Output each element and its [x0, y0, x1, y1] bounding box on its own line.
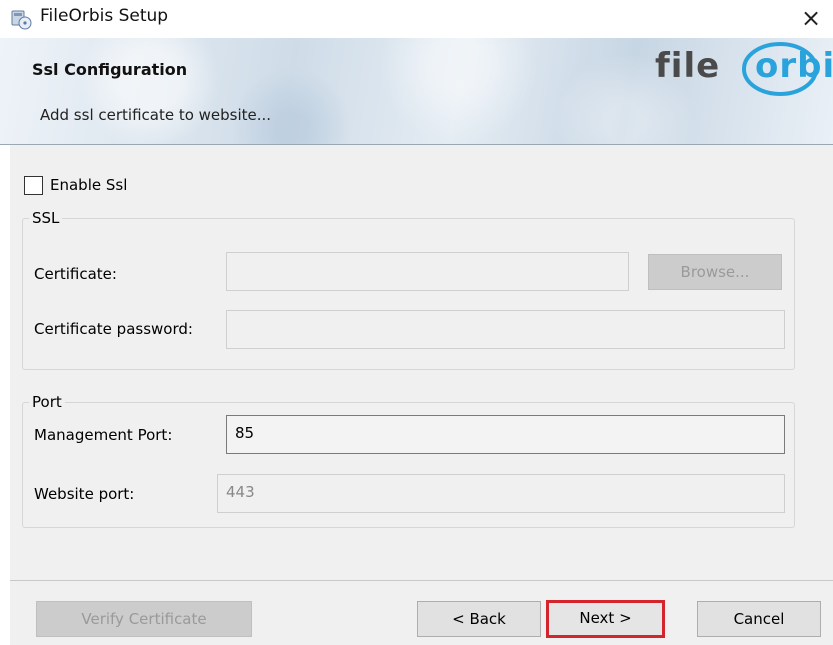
cancel-button[interactable]: Cancel [697, 601, 821, 637]
verify-certificate-button[interactable]: Verify Certificate [36, 601, 252, 637]
enable-ssl-label[interactable]: Enable Ssl [50, 176, 127, 194]
browse-button[interactable]: Browse... [648, 254, 782, 290]
title-bar: FileOrbis Setup × [0, 0, 833, 38]
logo-text-orbis: orbis [755, 46, 833, 86]
ssl-group-label: SSL [29, 209, 63, 227]
page-title: Ssl Configuration [32, 60, 188, 79]
certificate-field[interactable] [226, 252, 629, 291]
website-port-label: Website port: [34, 485, 135, 503]
port-group-label: Port [29, 393, 65, 411]
certificate-password-label: Certificate password: [34, 320, 193, 338]
management-port-input[interactable]: 85 [226, 415, 785, 454]
next-button[interactable]: Next > [546, 600, 665, 638]
certificate-password-field[interactable] [226, 310, 785, 349]
window-title: FileOrbis Setup [40, 6, 169, 26]
website-port-field[interactable]: 443 [217, 474, 785, 513]
page-subtitle: Add ssl certificate to website... [40, 106, 272, 124]
installer-disc-icon [11, 10, 32, 30]
fileorbis-logo: file orbis [655, 40, 833, 100]
logo-text-file: file [655, 46, 721, 86]
back-button[interactable]: < Back [417, 601, 541, 637]
close-button[interactable]: × [789, 0, 833, 38]
management-port-label: Management Port: [34, 426, 173, 444]
enable-ssl-checkbox[interactable] [24, 176, 43, 195]
certificate-label: Certificate: [34, 265, 117, 283]
